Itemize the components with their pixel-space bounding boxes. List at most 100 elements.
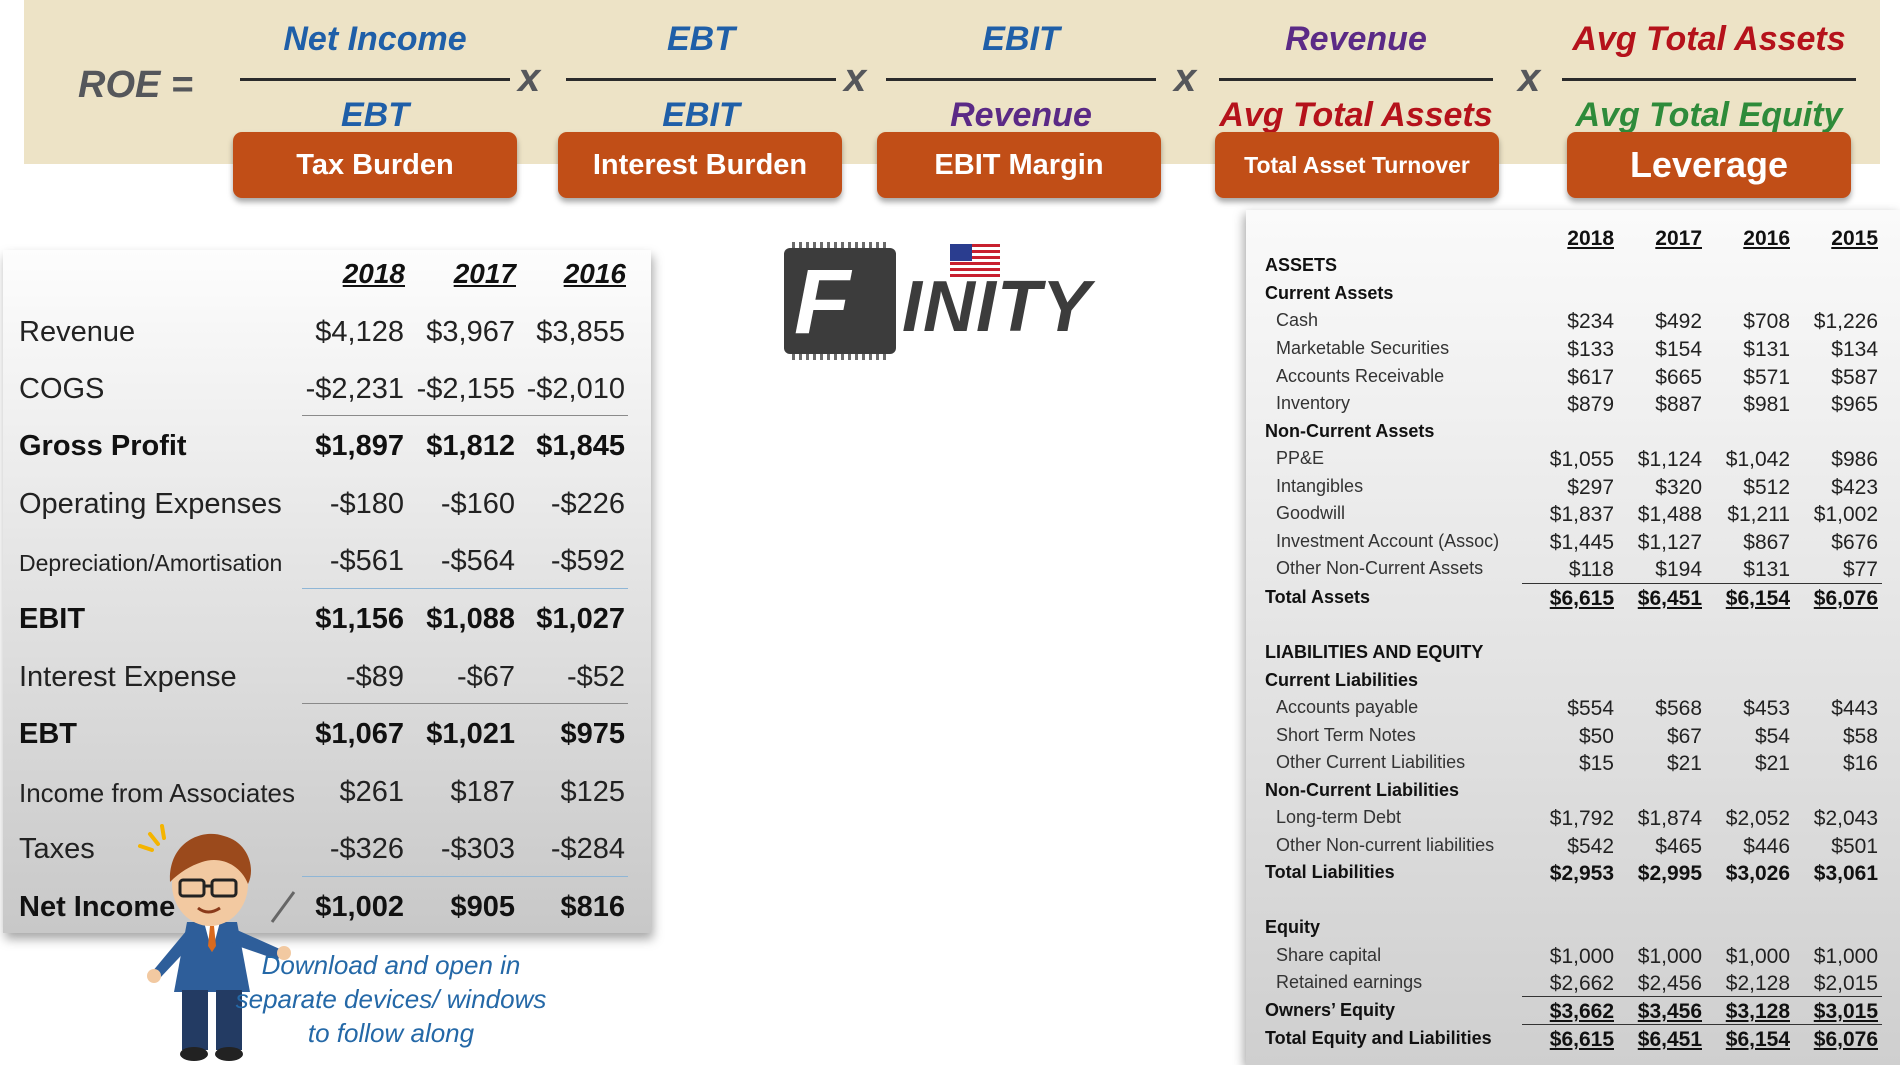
- balance-row-short-term-notes: Short Term Notes $50 $67 $54 $58: [0, 723, 1878, 749]
- balance-row-accounts-payable: Accounts payable $554 $568 $453 $443: [0, 695, 1878, 721]
- value-2018: $1,837: [1549, 503, 1614, 526]
- value-2015: $1,002: [1813, 503, 1878, 526]
- value-2018: $617: [1567, 366, 1614, 389]
- row-label: Short Term Notes: [1276, 725, 1416, 745]
- current-liabilities-heading: Current Liabilities: [0, 668, 1418, 694]
- value-2018: $1,000: [1549, 945, 1614, 968]
- row-label: Other Non-Current Assets: [1276, 558, 1484, 578]
- balance-row-goodwill: Goodwill $1,837 $1,488 $1,211 $1,002: [0, 501, 1878, 527]
- value-2018: $1,445: [1549, 531, 1614, 554]
- value-2017: $568: [1655, 697, 1702, 720]
- balance-row-intangibles: Intangibles $297 $320 $512 $423: [0, 474, 1878, 500]
- value-2018: $118: [1568, 558, 1614, 581]
- value-2015: $3,061: [1813, 862, 1878, 885]
- value-2016: $446: [1743, 835, 1790, 858]
- value-2017: $194: [1655, 558, 1702, 581]
- value-2018: $6,615: [1549, 1028, 1614, 1051]
- denominator-avg-total-equity: Avg Total Equity: [1575, 96, 1843, 134]
- value-2016: $453: [1743, 697, 1790, 720]
- balance-row-share-capital: Share capital $1,000 $1,000 $1,000 $1,00…: [0, 943, 1878, 969]
- value-2016: $708: [1743, 310, 1790, 333]
- balance-row-other-non-current-assets: Other Non-Current Assets $118 $194 $131 …: [0, 556, 1878, 582]
- tax-burden-badge: Tax Burden: [233, 132, 517, 198]
- us-flag-icon: [950, 244, 1000, 278]
- value-2017: $6,451: [1637, 1028, 1702, 1051]
- multiply-sign: x: [518, 56, 541, 100]
- value-2016: $21: [1754, 752, 1790, 775]
- row-label: Accounts payable: [1276, 697, 1419, 717]
- denominator-ebit: EBIT: [662, 96, 740, 134]
- fraction-bar: [886, 78, 1156, 81]
- balance-row-retained-earnings: Retained earnings $2,662 $2,456 $2,128 $…: [0, 970, 1878, 996]
- balance-row-owners-equity: Owners’ Equity $3,662 $3,456 $3,128 $3,0…: [0, 998, 1878, 1024]
- value-2016: $1,211: [1727, 503, 1790, 526]
- value-2018: $6,615: [1549, 587, 1614, 610]
- value-2015: $6,076: [1813, 587, 1878, 610]
- value-2015: $6,076: [1813, 1028, 1878, 1051]
- value-2017: $3,456: [1637, 1000, 1702, 1023]
- value-2016: $981: [1743, 393, 1790, 416]
- balance-row-total-equity-liabilities: Total Equity and Liabilities $6,615 $6,4…: [0, 1026, 1878, 1052]
- interest-burden-badge: Interest Burden: [558, 132, 842, 198]
- fraction-bar: [1219, 78, 1493, 81]
- value-2015: $16: [1842, 752, 1878, 775]
- year-header-2015: 2015: [1831, 227, 1878, 250]
- row-label: Total Equity and Liabilities: [1265, 1028, 1492, 1048]
- value-2015: $587: [1831, 366, 1878, 389]
- value-2016: $2,128: [1725, 972, 1790, 995]
- value-2015: $443: [1831, 697, 1878, 720]
- fraction-bar: [1562, 78, 1856, 81]
- value-2016: $571: [1743, 366, 1790, 389]
- row-label: Cash: [1276, 310, 1319, 330]
- value-2016: $6,154: [1725, 1028, 1790, 1051]
- value-2018: $2,662: [1549, 972, 1614, 995]
- balance-row-inventory: Inventory $879 $887 $981 $965: [0, 391, 1878, 417]
- value-2016: $867: [1743, 531, 1790, 554]
- liabilities-equity-heading: LIABILITIES AND EQUITY: [0, 640, 1483, 666]
- divider-line: [1522, 996, 1882, 997]
- numerator-avg-total-assets: Avg Total Assets: [1572, 20, 1846, 58]
- value-2015: $965: [1831, 393, 1878, 416]
- row-label: Goodwill: [1276, 503, 1346, 523]
- value-2018: $1,792: [1549, 807, 1614, 830]
- value-2017: $492: [1655, 310, 1702, 333]
- value-2015: $423: [1831, 476, 1878, 499]
- value-2018: $2,953: [1549, 862, 1614, 885]
- row-label: Total Assets: [1265, 587, 1371, 607]
- value-2018: $3,662: [1549, 1000, 1614, 1023]
- fraction-bar: [240, 78, 510, 81]
- balance-row-other-non-current-liabilities: Other Non-current liabilities $542 $465 …: [0, 833, 1878, 859]
- value-2017: $67: [1666, 725, 1702, 748]
- value-2015: $1,226: [1813, 310, 1878, 333]
- section-label: Non-Current Assets: [1265, 421, 1435, 441]
- value-2015: $58: [1842, 725, 1878, 748]
- denominator-ebt: EBT: [341, 96, 409, 134]
- numerator-ebit: EBIT: [982, 20, 1060, 58]
- assets-heading: ASSETS: [0, 253, 1337, 279]
- value-2016: $131: [1743, 338, 1790, 361]
- value-2015: $1,000: [1813, 945, 1878, 968]
- ebit-margin-badge: EBIT Margin: [877, 132, 1161, 198]
- section-label: Current Liabilities: [1265, 670, 1419, 690]
- value-2017: $320: [1655, 476, 1702, 499]
- value-2017: $887: [1655, 393, 1702, 416]
- row-label: Total Liabilities: [1265, 862, 1395, 882]
- balance-row-accounts-receivable: Accounts Receivable $617 $665 $571 $587: [0, 364, 1878, 390]
- value-2018: $297: [1567, 476, 1614, 499]
- value-2017: $1,488: [1637, 503, 1702, 526]
- denominator-revenue: Revenue: [950, 96, 1092, 134]
- value-2015: $2,015: [1813, 972, 1878, 995]
- total-asset-turnover-badge: Total Asset Turnover: [1215, 132, 1499, 198]
- value-2017: $2,456: [1637, 972, 1702, 995]
- multiply-sign: x: [1174, 56, 1197, 100]
- numerator-ebt: EBT: [667, 20, 735, 58]
- row-label: Other Non-current liabilities: [1276, 835, 1495, 855]
- logo-letter: F: [794, 251, 851, 353]
- value-2016: $512: [1743, 476, 1790, 499]
- section-label: Non-Current Liabilities: [1265, 780, 1460, 800]
- value-2018: $542: [1567, 835, 1614, 858]
- balance-row-marketable-securities: Marketable Securities $133 $154 $131 $13…: [0, 336, 1878, 362]
- value-2017: $465: [1655, 835, 1702, 858]
- value-2015: $2,043: [1813, 807, 1878, 830]
- value-2017: $154: [1655, 338, 1702, 361]
